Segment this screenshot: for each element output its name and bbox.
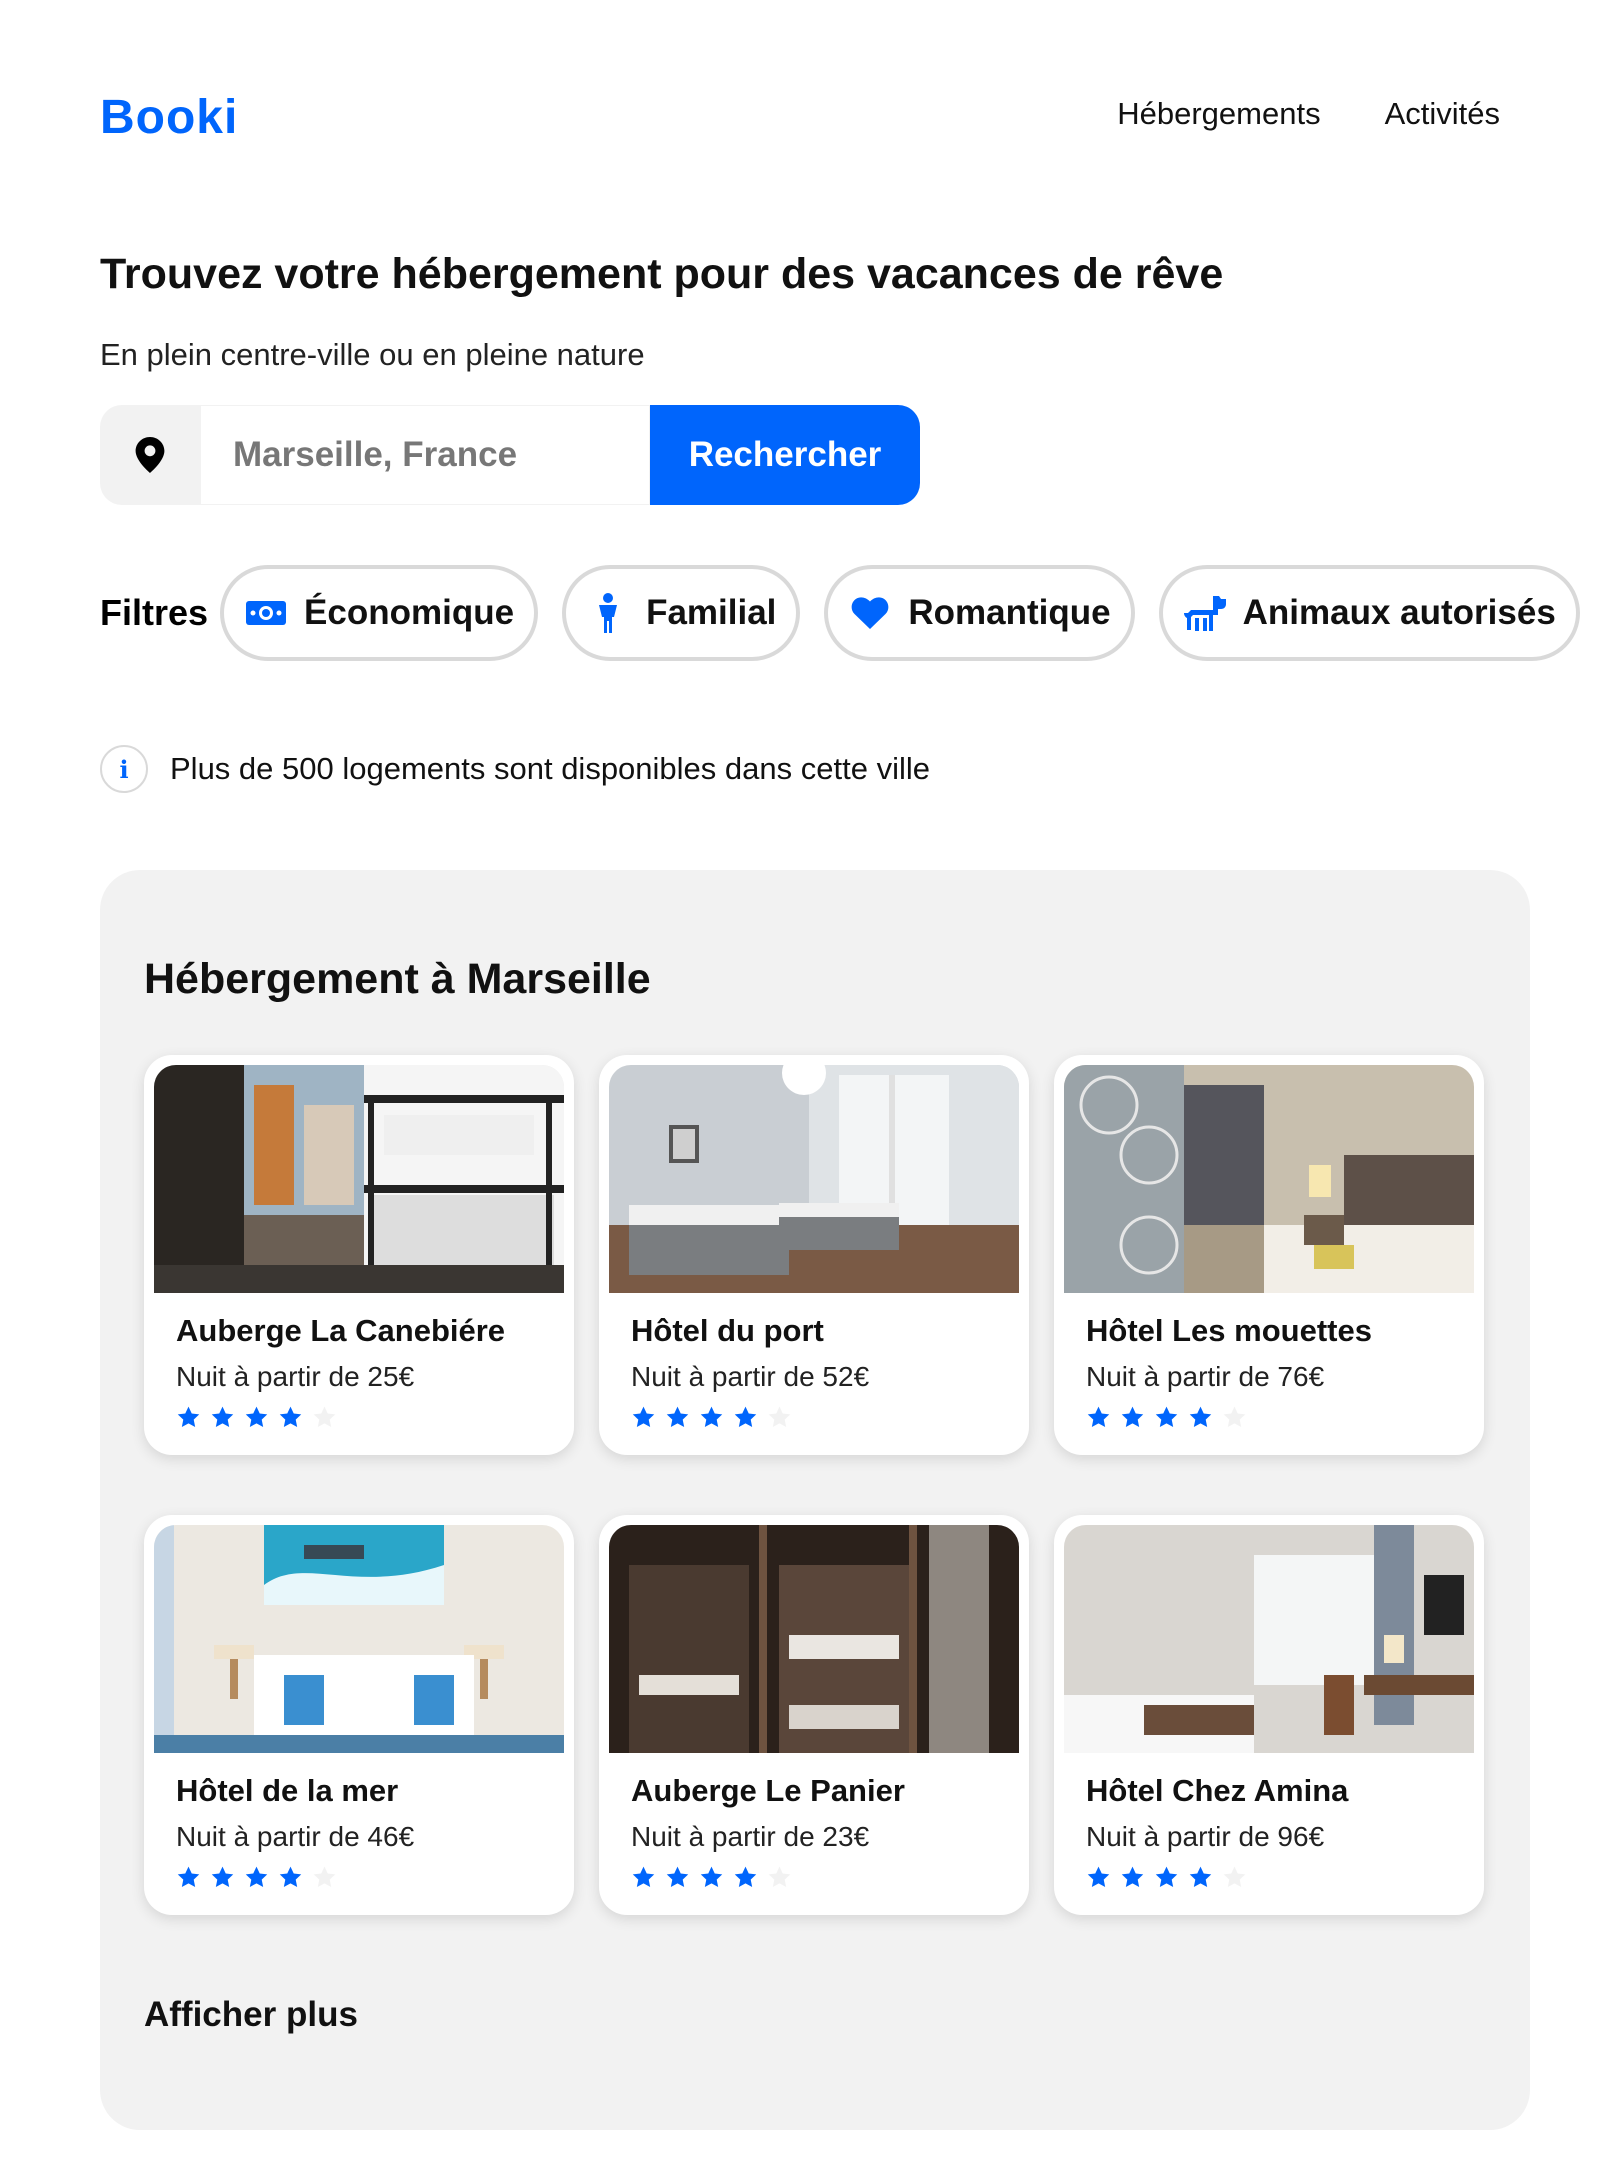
accommodation-card[interactable]: Auberge La Canebiére Nuit à partir de 25… <box>144 1055 574 1455</box>
accommodation-photo <box>154 1065 564 1293</box>
star-rating <box>1086 1405 1474 1430</box>
star-rating <box>631 1405 1019 1430</box>
star-empty-icon <box>313 1866 336 1887</box>
star-rating <box>1086 1865 1474 1890</box>
accommodation-photo <box>1064 1525 1474 1753</box>
listing-title: Hébergement à Marseille <box>144 955 651 1003</box>
accommodation-name: Hôtel du port <box>631 1313 824 1348</box>
star-filled-icon <box>279 1406 302 1427</box>
filter-romantique[interactable]: Romantique <box>824 565 1135 661</box>
accommodation-name: Hôtel de la mer <box>176 1773 399 1808</box>
accommodation-card[interactable]: Hôtel du port Nuit à partir de 52€ <box>599 1055 1029 1455</box>
star-filled-icon <box>245 1406 268 1427</box>
star-filled-icon <box>1087 1866 1110 1887</box>
listing-section: Hébergement à Marseille Auberge La Caneb… <box>100 870 1530 2130</box>
accommodation-photo <box>1064 1065 1474 1293</box>
location-pin-icon <box>100 405 200 505</box>
star-filled-icon <box>211 1406 234 1427</box>
star-filled-icon <box>1121 1866 1144 1887</box>
accommodation-photo <box>154 1525 564 1753</box>
star-filled-icon <box>279 1866 302 1887</box>
accommodation-price: Nuit à partir de 46€ <box>176 1821 415 1852</box>
star-filled-icon <box>177 1866 200 1887</box>
filter-label: Animaux autorisés <box>1242 593 1556 632</box>
filter-economique[interactable]: Économique <box>220 565 539 661</box>
accommodation-price: Nuit à partir de 25€ <box>176 1361 415 1392</box>
star-filled-icon <box>700 1406 723 1427</box>
star-filled-icon <box>666 1866 689 1887</box>
accommodation-card[interactable]: Auberge Le Panier Nuit à partir de 23€ <box>599 1515 1029 1915</box>
star-filled-icon <box>1155 1866 1178 1887</box>
accommodation-photo <box>609 1065 1019 1293</box>
heart-icon <box>848 591 892 635</box>
page-subtitle: En plein centre-ville ou en pleine natur… <box>100 337 645 372</box>
filter-animaux[interactable]: Animaux autorisés <box>1158 565 1580 661</box>
star-rating <box>176 1865 564 1890</box>
star-filled-icon <box>1189 1866 1212 1887</box>
accommodation-name: Auberge La Canebiére <box>176 1313 506 1348</box>
star-filled-icon <box>1189 1406 1212 1427</box>
star-empty-icon <box>313 1406 336 1427</box>
money-icon <box>244 591 288 635</box>
info-icon: i <box>100 745 148 793</box>
filters-bar: Filtres Économique Familial Romantique A… <box>100 565 1604 661</box>
star-empty-icon <box>768 1866 791 1887</box>
star-filled-icon <box>211 1866 234 1887</box>
star-filled-icon <box>734 1406 757 1427</box>
star-filled-icon <box>245 1866 268 1887</box>
accommodation-name: Auberge Le Panier <box>631 1773 905 1808</box>
star-filled-icon <box>734 1866 757 1887</box>
accommodation-card[interactable]: Hôtel de la mer Nuit à partir de 46€ <box>144 1515 574 1915</box>
search-input[interactable] <box>200 405 650 505</box>
accommodation-name: Hôtel Les mouettes <box>1086 1313 1372 1348</box>
filter-label: Familial <box>646 593 777 632</box>
star-rating <box>176 1405 564 1430</box>
filter-familial[interactable]: Familial <box>562 565 801 661</box>
star-filled-icon <box>1087 1406 1110 1427</box>
accommodation-price: Nuit à partir de 76€ <box>1086 1361 1325 1392</box>
star-filled-icon <box>177 1406 200 1427</box>
header: Booki Hébergements Activités <box>100 90 1500 150</box>
filter-label: Économique <box>304 593 515 632</box>
star-filled-icon <box>632 1866 655 1887</box>
child-icon <box>586 591 630 635</box>
star-filled-icon <box>700 1866 723 1887</box>
accommodation-card[interactable]: Hôtel Chez Amina Nuit à partir de 96€ <box>1054 1515 1484 1915</box>
star-empty-icon <box>768 1406 791 1427</box>
star-rating <box>631 1865 1019 1890</box>
search-bar: Rechercher <box>100 405 920 505</box>
star-filled-icon <box>666 1406 689 1427</box>
star-filled-icon <box>1121 1406 1144 1427</box>
star-empty-icon <box>1223 1406 1246 1427</box>
star-filled-icon <box>1155 1406 1178 1427</box>
accommodation-price: Nuit à partir de 96€ <box>1086 1821 1325 1852</box>
dog-icon <box>1183 591 1227 635</box>
info-message: i Plus de 500 logements sont disponibles… <box>100 745 930 793</box>
nav-link-activites[interactable]: Activités <box>1385 96 1500 132</box>
nav-link-hebergements[interactable]: Hébergements <box>1117 96 1320 132</box>
star-filled-icon <box>632 1406 655 1427</box>
accommodation-card[interactable]: Hôtel Les mouettes Nuit à partir de 76€ <box>1054 1055 1484 1455</box>
accommodation-price: Nuit à partir de 23€ <box>631 1821 870 1852</box>
filters-label: Filtres <box>100 592 209 633</box>
info-text: Plus de 500 logements sont disponibles d… <box>170 751 930 786</box>
booki-logo[interactable]: Booki <box>100 90 238 145</box>
main-nav: Hébergements Activités <box>1117 96 1500 132</box>
accommodation-name: Hôtel Chez Amina <box>1086 1773 1349 1808</box>
filter-label: Romantique <box>908 593 1111 632</box>
accommodation-price: Nuit à partir de 52€ <box>631 1361 870 1392</box>
search-button[interactable]: Rechercher <box>650 405 920 505</box>
page-title: Trouvez votre hébergement pour des vacan… <box>100 250 1224 298</box>
show-more-link[interactable]: Afficher plus <box>144 1995 358 2035</box>
accommodation-photo <box>609 1525 1019 1753</box>
star-empty-icon <box>1223 1866 1246 1887</box>
